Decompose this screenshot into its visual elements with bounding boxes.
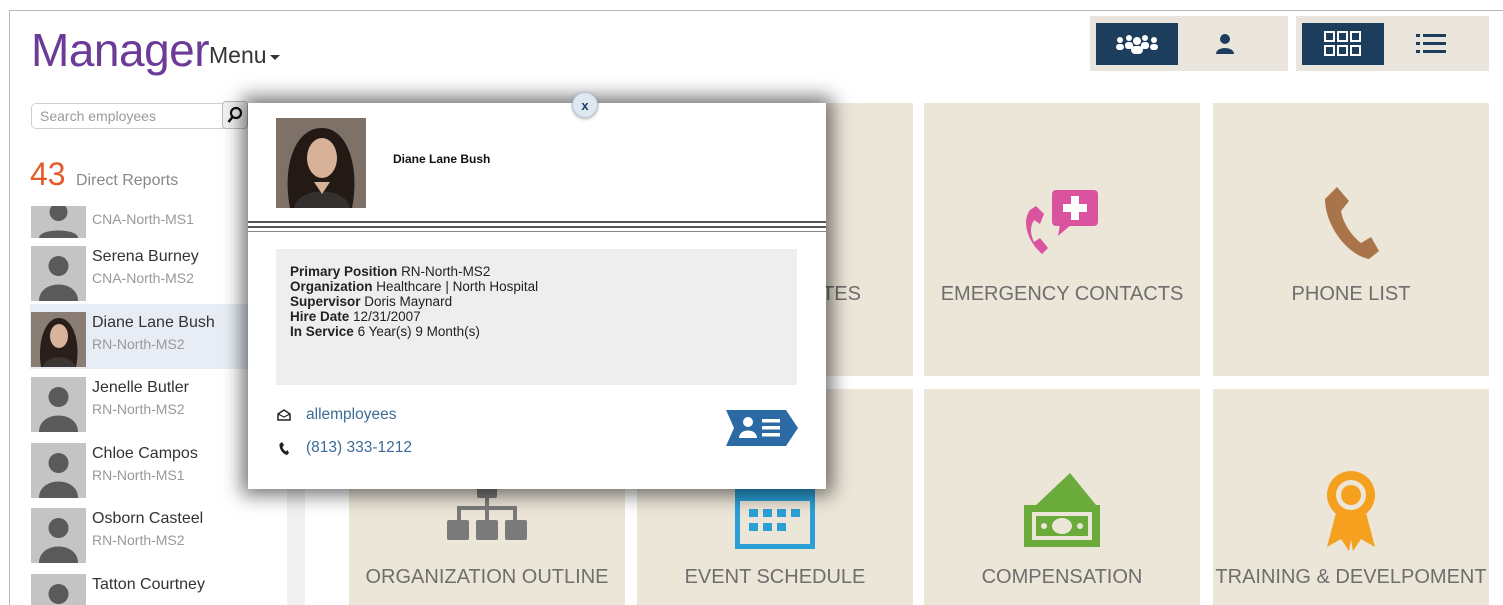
person-icon: [1216, 33, 1234, 54]
employee-name: Serena Burney: [92, 248, 199, 265]
phone-row: (813) 333-1212: [276, 439, 412, 457]
layout-toggle-group: [1296, 16, 1489, 71]
tile-phone-list[interactable]: PHONE LIST: [1213, 103, 1489, 376]
chevron-down-icon: [269, 54, 280, 60]
detail-hire-date: Hire Date 12/31/2007: [290, 309, 421, 324]
team-view-button[interactable]: [1096, 22, 1178, 65]
divider: [248, 221, 826, 223]
org-chart-icon: [349, 484, 625, 544]
list-icon: [1416, 33, 1446, 53]
email-row: allemployees: [276, 406, 396, 424]
list-view-button[interactable]: [1390, 23, 1472, 65]
phone-icon: [276, 441, 292, 455]
list-item[interactable]: Osborn Casteel RN-North-MS2: [30, 500, 288, 566]
tile-label: TES: [822, 283, 861, 305]
search-icon: [227, 106, 243, 123]
employee-photo: [276, 118, 366, 208]
modal-close-button[interactable]: x: [572, 92, 598, 118]
employee-name: Jenelle Butler: [92, 379, 189, 396]
app-frame: Manager Menu Search employees 43 Direct …: [9, 10, 1503, 605]
employee-detail-modal: Diane Lane Bush Primary Position RN-Nort…: [248, 103, 826, 489]
envelope-icon: [276, 409, 292, 421]
employee-position: RN-North-MS2: [92, 401, 185, 417]
search-button[interactable]: [222, 101, 248, 129]
avatar: [31, 246, 86, 301]
tile-label: COMPENSATION: [981, 566, 1143, 588]
phone-icon: [1213, 185, 1489, 261]
employee-position: CNA-North-MS2: [92, 270, 194, 286]
tile-label: PHONE LIST: [1291, 283, 1411, 305]
tile-label: EVENT SCHEDULE: [684, 566, 866, 588]
detail-supervisor: Supervisor Doris Maynard: [290, 294, 453, 309]
list-item[interactable]: Tatton Courtney: [30, 566, 288, 605]
search-box: [31, 101, 248, 129]
tile-compensation[interactable]: COMPENSATION: [924, 389, 1200, 605]
calendar-icon: [637, 487, 913, 549]
email-link[interactable]: allemployees: [306, 406, 396, 424]
employee-name: Osborn Casteel: [92, 510, 204, 527]
app-title: Manager: [31, 24, 210, 76]
search-input[interactable]: [32, 104, 222, 128]
avatar: [31, 508, 86, 563]
divider: [248, 231, 826, 232]
detail-primary-position: Primary Position RN-North-MS2: [290, 264, 491, 279]
group-icon: [1116, 34, 1158, 54]
contact-card-button[interactable]: [726, 410, 798, 446]
avatar: [31, 311, 86, 367]
tile-label: EMERGENCY CONTACTS: [940, 283, 1184, 305]
employee-name: Tatton Courtney: [92, 575, 205, 593]
phone-link[interactable]: (813) 333-1212: [306, 439, 412, 457]
direct-reports-label: Direct Reports: [76, 172, 179, 189]
menu-dropdown[interactable]: Menu: [209, 42, 280, 69]
employee-position: RN-North-MS1: [92, 466, 185, 483]
grid-icon: [1324, 30, 1361, 56]
contact-card-icon: [726, 410, 798, 446]
detail-in-service: In Service 6 Year(s) 9 Month(s): [290, 324, 480, 339]
detail-organization: Organization Healthcare | North Hospital: [290, 279, 539, 294]
tile-label: ORGANIZATION OUTLINE: [365, 566, 609, 588]
view-toggle-group: [1090, 16, 1288, 71]
emergency-phone-icon: [924, 188, 1200, 258]
employee-name: Diane Lane Bush: [92, 313, 215, 331]
money-icon: [924, 471, 1200, 551]
avatar: [31, 377, 86, 432]
direct-reports-count: 43: [30, 156, 66, 192]
tile-label: TRAINING & DEVELPOMENT: [1215, 566, 1487, 588]
avatar: [31, 573, 86, 605]
employee-details-box: Primary Position RN-North-MS2 Organizati…: [276, 249, 797, 385]
single-view-button[interactable]: [1184, 23, 1266, 65]
tile-training[interactable]: TRAINING & DEVELPOMENT: [1213, 389, 1489, 605]
avatar: [31, 442, 86, 498]
avatar: [31, 206, 86, 238]
employee-position: CNA-North-MS1: [92, 211, 194, 227]
menu-label: Menu: [209, 42, 267, 68]
modal-employee-name: Diane Lane Bush: [393, 152, 491, 166]
tile-emergency-contacts[interactable]: EMERGENCY CONTACTS: [924, 103, 1200, 376]
divider: [248, 226, 826, 228]
employee-position: RN-North-MS2: [92, 532, 185, 548]
grid-view-button[interactable]: [1302, 22, 1384, 65]
employee-position: RN-North-MS2: [92, 335, 185, 352]
ribbon-award-icon: [1213, 469, 1489, 553]
employee-name: Chloe Campos: [92, 444, 198, 462]
